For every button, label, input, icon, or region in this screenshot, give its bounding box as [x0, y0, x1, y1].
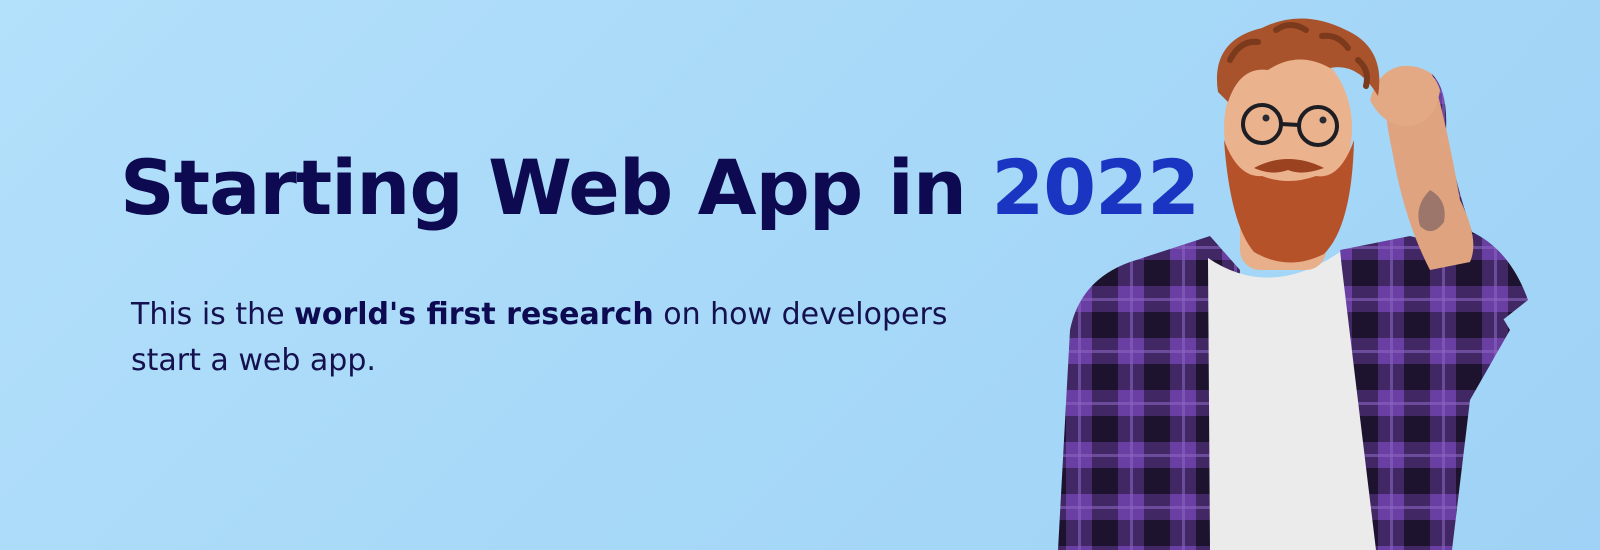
- subtitle-emphasis: world's first research: [294, 297, 654, 332]
- subtitle: This is the world's first research on ho…: [131, 292, 951, 384]
- hero-banner: Starting Web App in 2022 This is the wor…: [0, 0, 1600, 550]
- subtitle-before: This is the: [131, 297, 285, 332]
- thinking-man-illustration: [1058, 18, 1528, 550]
- headline-text: Starting Web App in: [120, 143, 967, 232]
- headline: Starting Web App in 2022: [120, 148, 1200, 228]
